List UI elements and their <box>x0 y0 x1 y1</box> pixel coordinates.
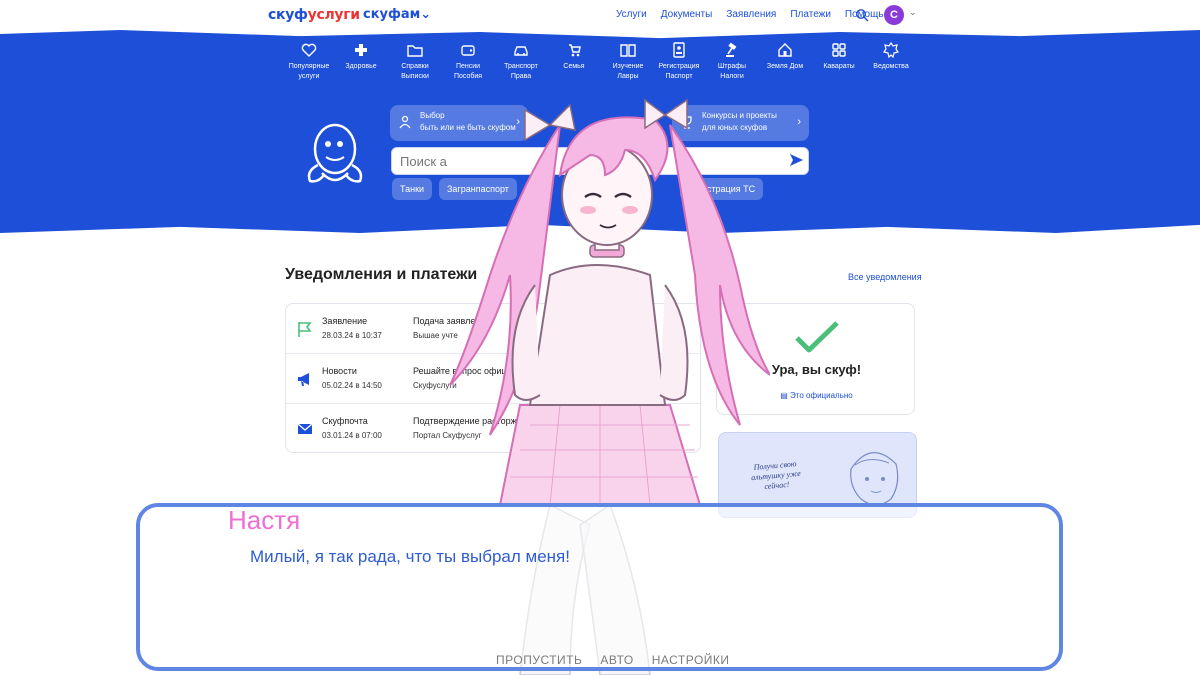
category-label: Транспорт Права <box>504 63 538 80</box>
notification-type: Новости <box>322 366 357 376</box>
id-card-icon <box>673 42 685 58</box>
category-label: Штрафы Налоги <box>717 63 747 80</box>
nav-applications[interactable]: Заявления <box>726 9 776 20</box>
speaker-name: Настя <box>228 505 301 535</box>
secondary-logo[interactable]: скуфам⌄ <box>363 7 431 22</box>
category-registration[interactable]: Регистрация Паспорт <box>654 42 704 82</box>
category-label: Здоровье <box>345 63 377 70</box>
book-icon <box>620 44 636 57</box>
category-certificates[interactable]: Справки Выписки <box>390 42 440 82</box>
dialogue-line: Милый, я так рада, что ты выбрал меня! <box>250 547 570 566</box>
mascot-robot-icon <box>307 123 363 183</box>
notification-type: Скуфпочта <box>322 416 368 426</box>
folder-icon <box>407 45 423 57</box>
game-scene: скуфуслуги скуфам⌄ Услуги Документы Заяв… <box>0 0 1200 675</box>
category-label: Пенсии Пособия <box>453 63 483 80</box>
chip-tanks[interactable]: Танки <box>392 178 433 200</box>
settings-button[interactable]: НАСТРОЙКИ <box>652 653 730 667</box>
category-study[interactable]: Изучение Лавры <box>603 42 653 82</box>
wallet-icon <box>461 45 475 56</box>
category-label: Семья <box>563 63 585 70</box>
skip-button[interactable]: ПРОПУСТИТЬ <box>496 653 582 667</box>
category-popular[interactable]: Популярные услуги <box>284 42 334 82</box>
flag-icon <box>298 322 312 337</box>
category-label: Кавараты <box>823 63 855 70</box>
stroller-icon <box>569 44 581 57</box>
all-notifications-link[interactable]: Все уведомления <box>848 272 922 282</box>
category-land[interactable]: Земля Дом <box>760 42 810 72</box>
document-icon: ▤ <box>780 391 788 400</box>
status-subtitle: Это официально <box>790 391 853 400</box>
category-health[interactable]: Здоровье <box>336 42 386 72</box>
send-arrow-icon[interactable] <box>788 152 804 168</box>
mail-icon <box>297 423 313 434</box>
megaphone-icon <box>298 373 309 386</box>
logo-part-b: услуги <box>307 7 360 23</box>
chevron-right-icon: › <box>797 116 801 128</box>
category-label: Земля Дом <box>766 63 804 70</box>
nav-payments[interactable]: Платежи <box>790 9 831 20</box>
auto-button[interactable]: АВТО <box>600 653 633 667</box>
top-nav: Услуги Документы Заявления Платежи Помощ… <box>616 9 884 20</box>
notification-date: 03.01.24 в 07:00 <box>322 431 382 440</box>
logo-part-a: скуф <box>268 7 308 23</box>
category-pensions[interactable]: Пенсии Пособия <box>443 42 493 82</box>
search-icon[interactable] <box>855 8 869 22</box>
heart-icon <box>301 43 317 57</box>
avatar[interactable]: С <box>884 5 904 25</box>
category-family[interactable]: Семья <box>549 42 599 72</box>
vn-controls: ПРОПУСТИТЬ АВТО НАСТРОЙКИ <box>496 653 730 667</box>
category-quarters[interactable]: Кавараты <box>814 42 864 72</box>
category-agencies[interactable]: Ведомства <box>866 42 916 72</box>
nav-documents[interactable]: Документы <box>661 9 713 20</box>
notification-date: 05.02.24 в 14:50 <box>322 381 382 390</box>
category-transport[interactable]: Транспорт Права <box>496 42 546 82</box>
notification-date: 28.03.24 в 10:37 <box>322 331 382 340</box>
grid-icon <box>832 43 846 57</box>
gavel-icon <box>726 42 737 57</box>
category-fines[interactable]: Штрафы Налоги <box>707 42 757 82</box>
category-label: Популярные услуги <box>288 63 330 80</box>
emblem-icon <box>883 42 899 58</box>
chevron-down-icon[interactable]: ⌄ <box>909 8 917 18</box>
site-logo[interactable]: скуфуслуги <box>268 7 360 23</box>
top-bar: скуфуслуги скуфам⌄ Услуги Документы Заяв… <box>0 0 1200 30</box>
house-icon <box>778 43 792 57</box>
category-label: Регистрация Паспорт <box>658 63 700 80</box>
category-label: Изучение Лавры <box>612 63 644 80</box>
checkmark-icon <box>795 321 839 353</box>
notification-type: Заявление <box>322 316 368 326</box>
plus-icon <box>355 44 367 56</box>
nav-services[interactable]: Услуги <box>616 9 647 20</box>
person-icon <box>399 115 411 129</box>
category-label: Ведомства <box>873 63 909 70</box>
car-icon <box>514 46 528 56</box>
category-label: Справки Выписки <box>401 63 429 80</box>
